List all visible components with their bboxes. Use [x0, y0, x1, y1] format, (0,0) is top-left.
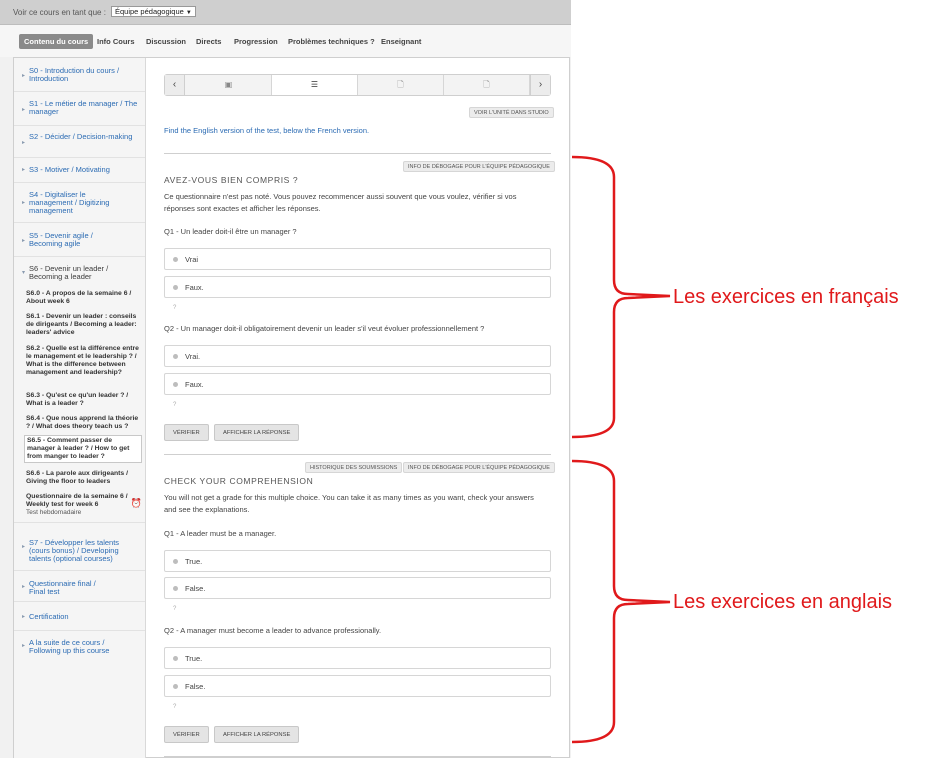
annotation-french-label: Les exercices en français: [673, 286, 899, 308]
brace-english: [571, 459, 671, 744]
annotation-braces: [571, 155, 671, 744]
brace-french: [571, 155, 671, 439]
annotation-english-label: Les exercices en anglais: [673, 591, 893, 613]
